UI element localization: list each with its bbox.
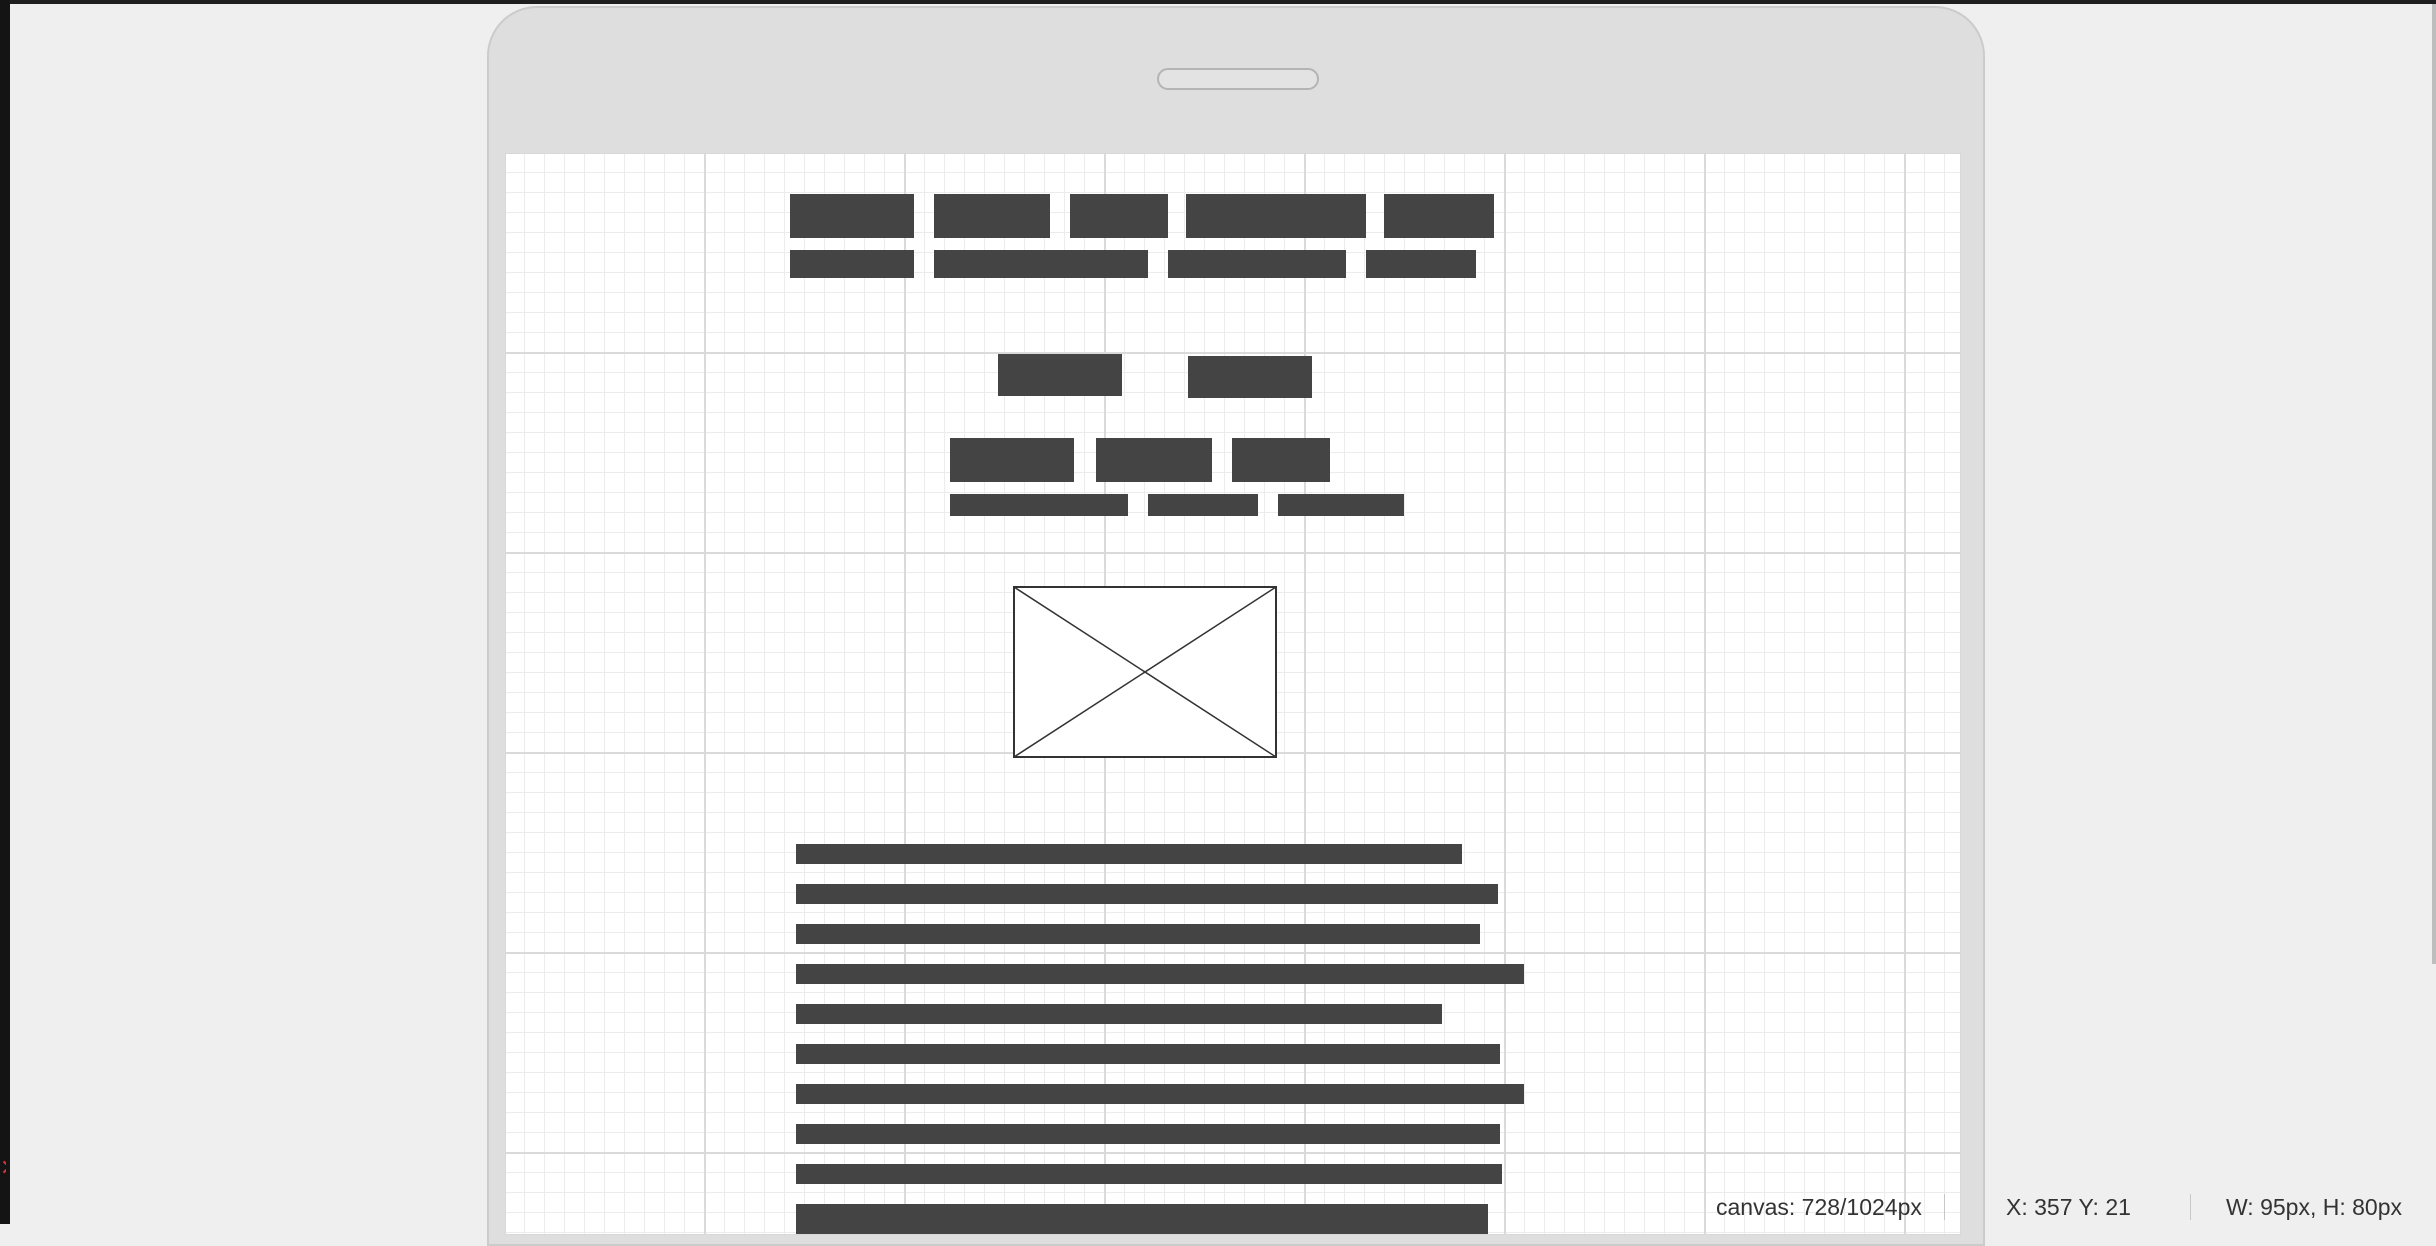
status-bar: canvas: 728/1024px X: 357 Y: 21 W: 95px,… — [1700, 1190, 2436, 1224]
text-line — [796, 1044, 1500, 1064]
text-line — [796, 964, 1524, 984]
speaker-slot — [1157, 68, 1319, 90]
subnav-block — [934, 250, 1148, 278]
nav-block — [1070, 194, 1168, 238]
wireframe-caption — [1278, 494, 1404, 516]
text-line — [796, 1124, 1500, 1144]
subnav-block — [790, 250, 914, 278]
selection-size-readout: W: 95px, H: 80px — [2226, 1194, 2402, 1220]
image-placeholder — [1013, 586, 1277, 758]
text-line — [796, 924, 1480, 944]
device-screen-canvas[interactable] — [505, 153, 1961, 1235]
nav-block — [1384, 194, 1494, 238]
text-line — [796, 844, 1462, 864]
nav-block — [790, 194, 914, 238]
text-line — [796, 1004, 1442, 1024]
status-separator — [1944, 1194, 1945, 1220]
window-top-bar — [0, 0, 2436, 4]
wireframe-button — [1188, 356, 1312, 398]
wireframe-caption — [1148, 494, 1258, 516]
text-line — [796, 1204, 1488, 1234]
close-icon[interactable]: ✕ — [0, 1158, 6, 1178]
canvas-size-readout: canvas: 728/1024px — [1716, 1194, 1922, 1220]
subnav-block — [1168, 250, 1346, 278]
wireframe-block — [1232, 438, 1330, 482]
wireframe-caption — [950, 494, 1128, 516]
text-line — [796, 884, 1498, 904]
wireframe-block — [1096, 438, 1212, 482]
text-line — [796, 1084, 1524, 1104]
nav-block — [1186, 194, 1366, 238]
wireframe-button — [998, 354, 1122, 396]
nav-block — [934, 194, 1050, 238]
status-separator — [2190, 1194, 2191, 1220]
vertical-scrollbar[interactable] — [2432, 4, 2436, 964]
cursor-coordinates-readout: X: 357 Y: 21 — [2006, 1194, 2131, 1220]
text-line — [796, 1164, 1502, 1184]
subnav-block — [1366, 250, 1476, 278]
wireframe-block — [950, 438, 1074, 482]
left-edge-bar: ✕ — [0, 0, 10, 1224]
